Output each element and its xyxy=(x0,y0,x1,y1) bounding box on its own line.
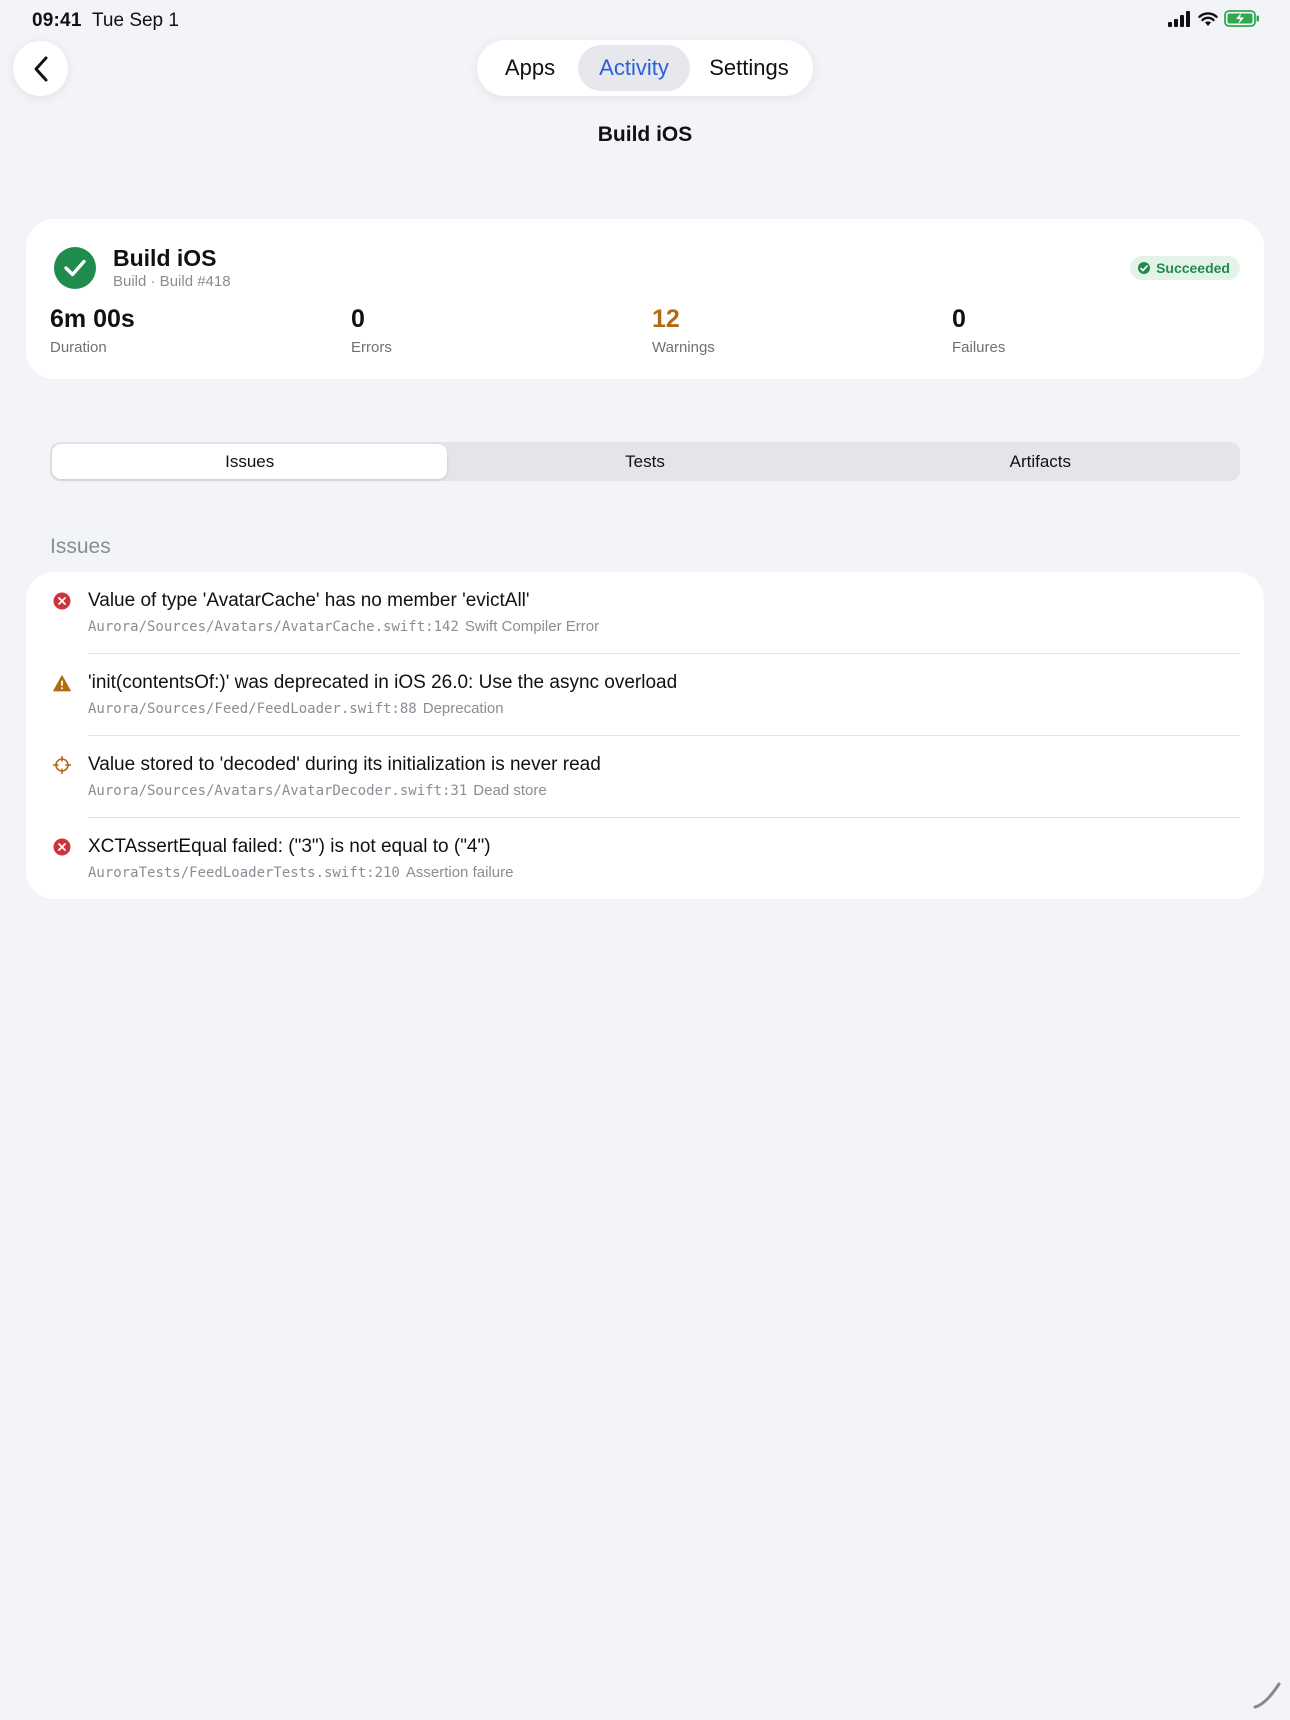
metric-duration: 6m 00s Duration xyxy=(50,305,135,356)
detail-segmented-control: Issues Tests Artifacts xyxy=(50,442,1240,481)
build-title: Build iOS xyxy=(113,245,217,271)
screen: 09:41 Tue Sep 1 Apps Activity Settings B… xyxy=(0,0,1290,1720)
metric-value: 0 xyxy=(351,305,365,333)
tab-apps[interactable]: Apps xyxy=(482,45,578,91)
crosshair-icon xyxy=(53,756,71,774)
issue-meta: Aurora/Sources/Feed/FeedLoader.swift:88 D… xyxy=(88,700,504,717)
metric-value: 0 xyxy=(952,305,966,333)
issue-title: Value of type 'AvatarCache' has no membe… xyxy=(88,590,530,611)
issue-title: Value stored to 'decoded' during its ini… xyxy=(88,754,601,775)
metric-errors: 0 Errors xyxy=(351,305,392,356)
issue-path: Aurora/Sources/Avatars/AvatarCache.swift… xyxy=(88,619,459,635)
issues-list: Value of type 'AvatarCache' has no membe… xyxy=(26,572,1264,899)
issue-kind: Deprecation xyxy=(422,700,504,717)
metric-value: 6m 00s xyxy=(50,305,135,333)
issue-kind: Assertion failure xyxy=(405,864,514,881)
issue-row[interactable]: Value stored to 'decoded' during its ini… xyxy=(26,736,1264,818)
warning-icon xyxy=(53,674,71,692)
issue-row[interactable]: 'init(contentsOf:)' was deprecated in iO… xyxy=(26,654,1264,736)
cellular-signal-icon xyxy=(1168,10,1190,27)
top-tab-bar: Apps Activity Settings xyxy=(477,40,813,96)
issue-meta: Aurora/Sources/Avatars/AvatarCache.swift… xyxy=(88,618,599,635)
issue-row[interactable]: XCTAssertEqual failed: ("3") is not equa… xyxy=(26,818,1264,899)
segment-tests[interactable]: Tests xyxy=(447,444,842,479)
status-icons xyxy=(1168,10,1260,27)
battery-charging-icon xyxy=(1224,10,1259,27)
pencil-hover-indicator-icon xyxy=(1253,1682,1281,1709)
success-dot-icon xyxy=(1138,262,1151,274)
tab-activity[interactable]: Activity xyxy=(578,45,690,91)
build-subtitle: Build · Build #418 xyxy=(113,273,231,290)
issue-meta: AuroraTests/FeedLoaderTests.swift:210 Ass… xyxy=(88,864,513,881)
back-button[interactable] xyxy=(13,41,68,96)
status-bar: 09:41 Tue Sep 1 xyxy=(0,0,1290,40)
metric-label: Errors xyxy=(351,339,392,356)
issue-kind: Dead store xyxy=(473,782,547,799)
wifi-icon xyxy=(1198,11,1218,26)
metric-failures: 0 Failures xyxy=(952,305,1005,356)
issue-meta: Aurora/Sources/Avatars/AvatarDecoder.swi… xyxy=(88,782,547,799)
issue-path: AuroraTests/FeedLoaderTests.swift:210 xyxy=(88,865,400,881)
metric-warnings: 12 Warnings xyxy=(652,305,715,356)
issues-section-header: Issues xyxy=(50,535,111,558)
tab-settings[interactable]: Settings xyxy=(690,45,808,91)
metric-label: Warnings xyxy=(652,339,715,356)
issue-title: 'init(contentsOf:)' was deprecated in iO… xyxy=(88,672,678,693)
status-date: Tue Sep 1 xyxy=(92,10,179,31)
segment-issues[interactable]: Issues xyxy=(52,444,448,479)
status-badge-label: Succeeded xyxy=(1156,260,1230,276)
status-time: 09:41 xyxy=(32,10,82,31)
chevron-left-icon xyxy=(34,56,47,81)
issue-path: Aurora/Sources/Feed/FeedLoader.swift:88 xyxy=(88,701,417,717)
segment-artifacts[interactable]: Artifacts xyxy=(843,444,1238,479)
issue-title: XCTAssertEqual failed: ("3") is not equa… xyxy=(88,836,491,857)
issue-row[interactable]: Value of type 'AvatarCache' has no membe… xyxy=(26,572,1264,654)
status-badge: Succeeded xyxy=(1130,256,1240,280)
error-icon xyxy=(53,838,71,856)
metric-value: 12 xyxy=(652,305,680,333)
issue-path: Aurora/Sources/Avatars/AvatarDecoder.swi… xyxy=(88,783,468,799)
build-summary-card: Build iOS Build · Build #418 Succeeded 6… xyxy=(26,219,1264,379)
metric-label: Duration xyxy=(50,339,107,356)
error-icon xyxy=(53,592,71,610)
issue-kind: Swift Compiler Error xyxy=(464,618,600,635)
success-checkmark-icon xyxy=(54,247,96,289)
metric-label: Failures xyxy=(952,339,1006,356)
page-title: Build iOS xyxy=(597,123,693,146)
